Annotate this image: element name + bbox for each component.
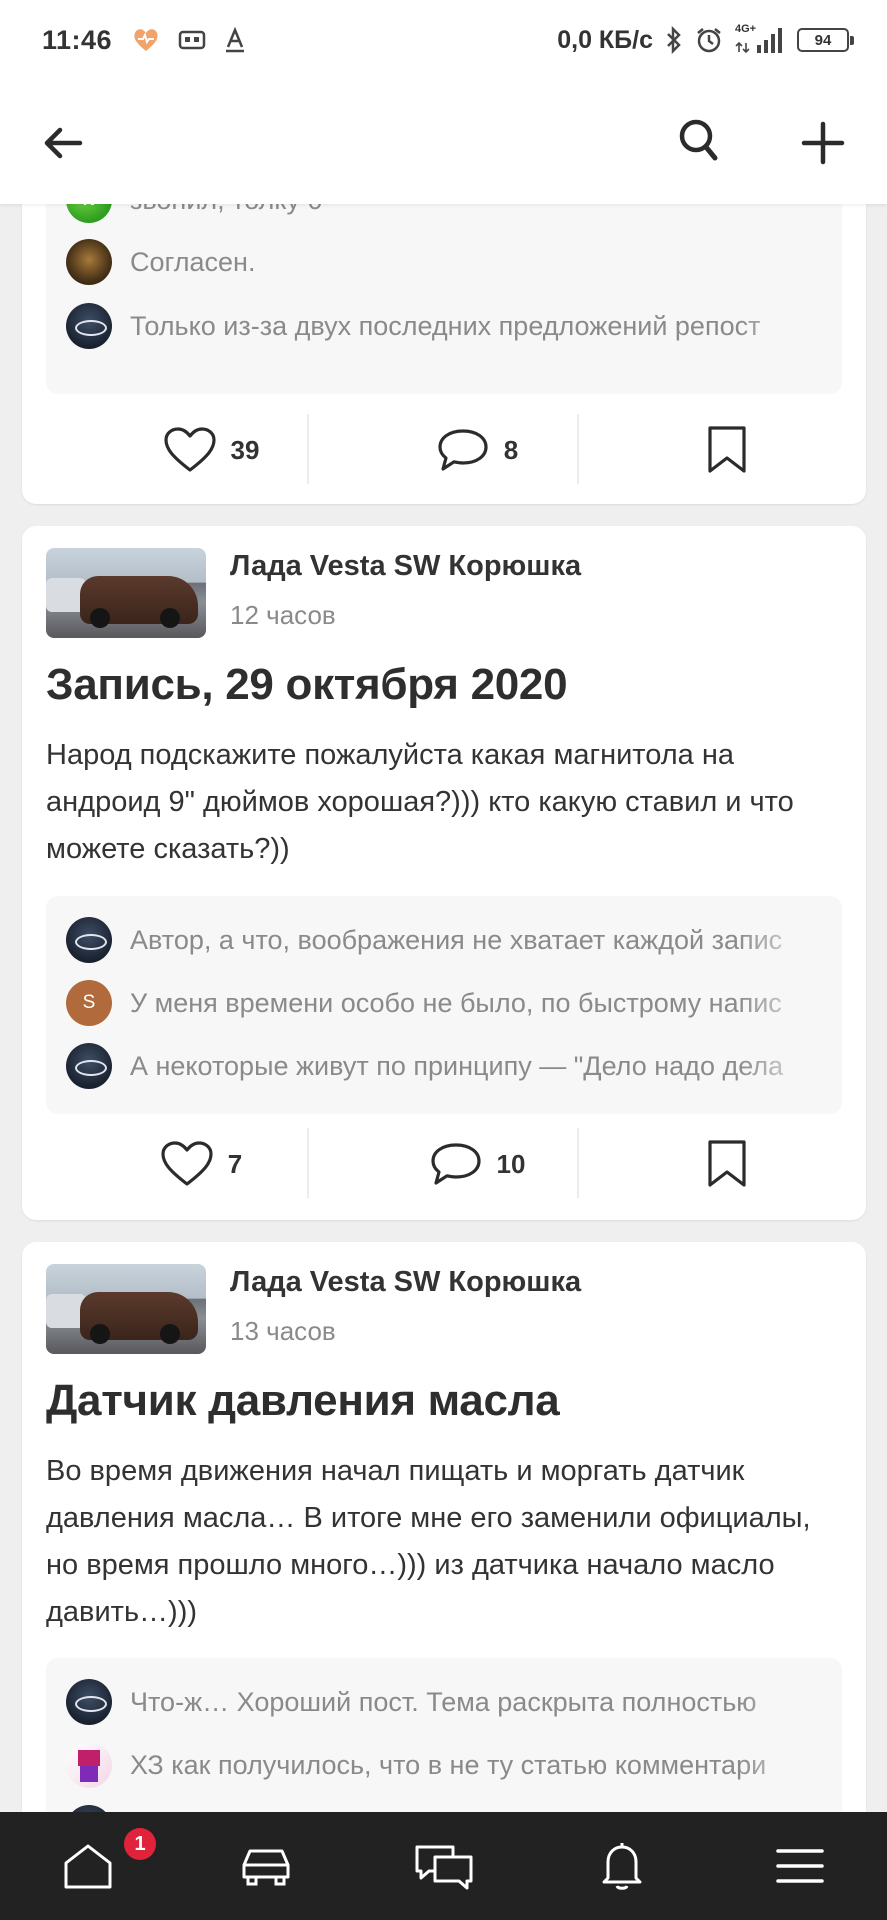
thumb-car (80, 576, 198, 628)
heart-icon (163, 427, 216, 472)
comment-text: Автор, а что, воображения не хватает каж… (130, 924, 783, 955)
car-icon (242, 1849, 290, 1886)
nav-messages[interactable] (384, 1812, 504, 1920)
nav-home[interactable]: 1 (28, 1812, 156, 1920)
post-header: Лада Vesta SW Корюшка 12 часов (46, 548, 826, 640)
divider (577, 1128, 579, 1198)
comment-row[interactable]: А некоторые живут по принципу — "Дело на… (66, 1042, 826, 1090)
bookmark-icon (708, 426, 746, 473)
bookmark-button[interactable] (652, 1114, 802, 1214)
divider (307, 414, 309, 484)
like-button[interactable]: 39 (126, 400, 296, 500)
comment-bubble-icon (438, 429, 488, 471)
thumb-car (80, 1292, 198, 1344)
vr-headset-icon (178, 30, 206, 50)
comment-count: 8 (503, 434, 519, 465)
network-speed: 0,0 КБ/с (557, 25, 653, 54)
like-count: 39 (230, 434, 260, 465)
avatar (66, 303, 112, 349)
battery-indicator: 94 (797, 28, 854, 52)
app-bar (0, 80, 887, 204)
bookmark-icon (708, 1140, 746, 1187)
bluetooth-icon (667, 26, 681, 54)
menu-icon (776, 1849, 824, 1883)
nav-menu[interactable] (740, 1812, 860, 1920)
bookmark-button[interactable] (652, 400, 802, 500)
post-actions: 7 10 (22, 1114, 866, 1214)
messages-icon (415, 1845, 473, 1890)
comment-row[interactable]: Что-ж… Хороший пост. Тема раскрыта полно… (66, 1678, 826, 1726)
status-time: 11:46 (42, 24, 113, 55)
avatar (66, 1742, 112, 1788)
post-body[interactable]: Народ подскажите пожалуйста какая магнит… (46, 732, 836, 873)
heart-health-icon (134, 29, 158, 51)
comment-count: 10 (496, 1148, 526, 1179)
comment-text: Согласен. (130, 246, 256, 277)
comment-row[interactable]: Только из-за двух последних предложений … (66, 302, 826, 350)
post-header: Лада Vesta SW Корюшка 13 часов (46, 1264, 826, 1356)
feed-card-post[interactable]: Лада Vesta SW Корюшка 12 часов Запись, 2… (22, 526, 866, 1220)
notification-badge: 1 (124, 1828, 156, 1860)
home-icon (64, 1844, 112, 1889)
avatar (66, 1043, 112, 1089)
signal-indicator: 4G+ (735, 23, 785, 55)
post-time: 12 часов (230, 600, 336, 630)
comment-row[interactable]: Согласен. (66, 238, 826, 286)
status-bar: 11:46 0,0 КБ/с 4G+ 94 (0, 0, 887, 80)
comment-text: Только из-за двух последних предложений … (130, 310, 761, 341)
comments-button[interactable]: 8 (392, 400, 562, 500)
comment-row[interactable]: S У меня времени особо не было, по быстр… (66, 979, 826, 1027)
like-button[interactable]: 7 (126, 1114, 276, 1214)
status-left-icons (132, 27, 246, 53)
bell-icon (602, 1843, 642, 1890)
post-body[interactable]: Во время движения начал пищать и моргать… (46, 1448, 836, 1636)
comment-text: У меня времени особо не было, по быстром… (130, 987, 782, 1018)
avatar-letter: S (82, 992, 96, 1013)
avatar (66, 239, 112, 285)
search-icon[interactable] (676, 116, 722, 166)
post-time: 13 часов (230, 1316, 336, 1346)
comment-bubble-icon (430, 1143, 481, 1185)
post-title[interactable]: Датчик давления масла (46, 1376, 560, 1426)
avatar (66, 1679, 112, 1725)
post-thumbnail[interactable] (46, 548, 206, 638)
nav-garage[interactable] (206, 1812, 326, 1920)
font-a-icon (226, 27, 245, 53)
comment-text: А некоторые живут по принципу — "Дело на… (130, 1050, 784, 1081)
avatar (66, 917, 112, 963)
comment-row[interactable]: Автор, а что, воображения не хватает каж… (66, 916, 826, 964)
like-count: 7 (227, 1148, 243, 1179)
comments-preview[interactable]: N звонил, толку 0 Согласен. Только из-за… (46, 177, 842, 394)
post-thumbnail[interactable] (46, 1264, 206, 1354)
avatar: S (66, 980, 112, 1026)
status-right: 0,0 КБ/с 4G+ 94 (557, 23, 854, 55)
feed-card-post[interactable]: Лада Vesta SW Корюшка 13 часов Датчик да… (22, 1242, 866, 1862)
comment-text: Что-ж… Хороший пост. Тема раскрыта полно… (130, 1686, 757, 1717)
comments-preview[interactable]: Автор, а что, воображения не хватает каж… (46, 896, 842, 1114)
signal-bars-icon (735, 28, 782, 54)
divider (577, 414, 579, 484)
comment-row[interactable]: ХЗ как получилось, что в не ту статью ко… (66, 1741, 826, 1789)
bottom-nav: 1 (0, 1812, 887, 1920)
back-arrow-icon[interactable] (40, 120, 86, 166)
nav-notifications[interactable] (562, 1812, 682, 1920)
plus-icon[interactable] (800, 120, 846, 166)
post-author[interactable]: Лада Vesta SW Корюшка (230, 1266, 581, 1299)
divider (307, 1128, 309, 1198)
comments-button[interactable]: 10 (392, 1114, 562, 1214)
post-actions: 39 8 (22, 400, 866, 500)
heart-icon (161, 1141, 213, 1186)
post-author[interactable]: Лада Vesta SW Корюшка (230, 550, 581, 583)
comment-text: ХЗ как получилось, что в не ту статью ко… (130, 1749, 767, 1780)
post-title[interactable]: Запись, 29 октября 2020 (46, 660, 568, 710)
alarm-icon (697, 28, 721, 53)
